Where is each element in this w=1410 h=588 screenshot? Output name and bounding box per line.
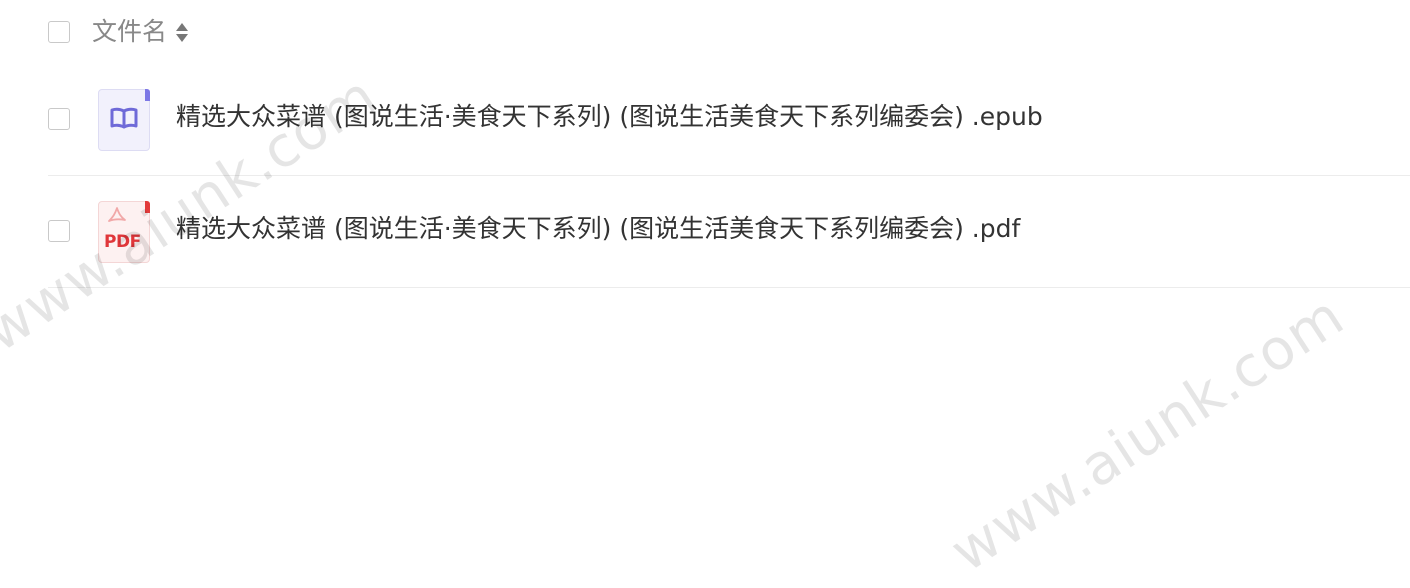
filename-column-header[interactable]: 文件名 [92, 15, 189, 49]
file-browser: 文件名 精选大众菜谱 (图说生活·美食天下系列) (图说生活美食天下系列编委会)… [0, 0, 1410, 588]
pdf-file-icon: PDF [98, 201, 150, 263]
sort-icon[interactable] [176, 22, 189, 42]
file-row-pdf[interactable]: PDF 精选大众菜谱 (图说生活·美食天下系列) (图说生活美食天下系列编委会)… [48, 176, 1410, 288]
file-name[interactable]: 精选大众菜谱 (图说生活·美食天下系列) (图说生活美食天下系列编委会) .ep… [176, 100, 1043, 134]
select-all-checkbox[interactable] [48, 21, 70, 43]
list-header: 文件名 [0, 0, 1410, 64]
filename-column-label: 文件名 [92, 17, 168, 46]
file-name[interactable]: 精选大众菜谱 (图说生活·美食天下系列) (图说生活美食天下系列编委会) .pd… [176, 212, 1020, 246]
file-row-checkbox[interactable] [48, 220, 70, 242]
file-row-checkbox[interactable] [48, 108, 70, 130]
epub-book-icon [98, 89, 150, 151]
file-list: 文件名 精选大众菜谱 (图说生活·美食天下系列) (图说生活美食天下系列编委会)… [0, 0, 1410, 288]
file-row-epub[interactable]: 精选大众菜谱 (图说生活·美食天下系列) (图说生活美食天下系列编委会) .ep… [48, 64, 1410, 176]
pdf-icon-label: PDF [104, 232, 141, 252]
watermark-text: www.aiunk.com [939, 283, 1356, 585]
